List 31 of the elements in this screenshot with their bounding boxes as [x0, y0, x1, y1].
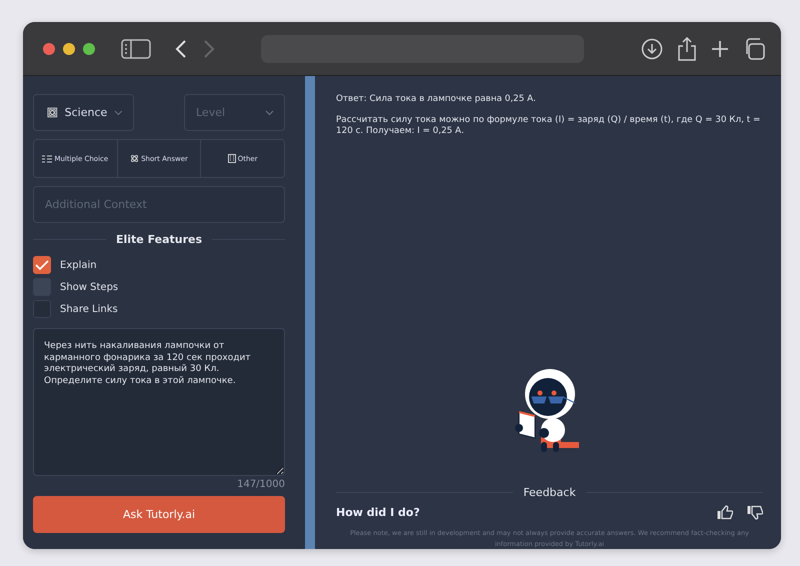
section-heading: Elite Features [116, 233, 202, 246]
chevron-down-icon [114, 110, 123, 116]
checkbox[interactable] [33, 300, 51, 318]
question-text-area[interactable]: Через нить накаливания лампочки от карманного фонарика за 120 сек проходит электрический заряд, равный 30 Кл. Определите силу тока в этой лампочке. [33, 328, 285, 476]
building-icon [228, 154, 236, 163]
section-heading: Feedback [523, 486, 576, 500]
share-icon[interactable] [677, 36, 697, 60]
atom-icon [47, 107, 58, 118]
chevron-down-icon [265, 110, 274, 116]
thumbs-down-icon[interactable] [747, 505, 763, 520]
checkbox-label: Explain [60, 260, 97, 270]
atom-icon [130, 154, 140, 163]
thumbs-up-icon[interactable] [717, 505, 733, 520]
close-window-button[interactable] [43, 42, 55, 54]
ask-button[interactable]: Ask Tutorly.ai [33, 496, 285, 533]
list-icon [42, 154, 52, 162]
character-counter: 147/1000 [236, 479, 285, 490]
new-tab-icon[interactable] [711, 40, 729, 58]
download-icon[interactable] [641, 38, 663, 60]
feedback-prompt: How did I do? [336, 506, 420, 520]
checkbox-label: Show Steps [60, 282, 118, 292]
subject-dropdown[interactable]: Science [33, 94, 134, 131]
checkbox-label: Share Links [60, 304, 118, 314]
minimize-window-button[interactable] [63, 42, 75, 54]
back-icon[interactable] [175, 40, 187, 58]
maximize-window-button[interactable] [83, 42, 95, 54]
sidebar-toggle-icon[interactable] [121, 38, 151, 58]
additional-context-field[interactable]: Additional Context [33, 186, 285, 223]
answer-text: Рассчитать силу тока можно по формуле тока (I) = заряд (Q) / время (t), где Q = 30 Кл, t = 120 с. Получаем: I = 0,25 А. [336, 114, 762, 137]
answer-text: Ответ: Сила тока в лампочке равна 0,25 А. [336, 94, 537, 105]
checkbox[interactable] [33, 256, 51, 274]
